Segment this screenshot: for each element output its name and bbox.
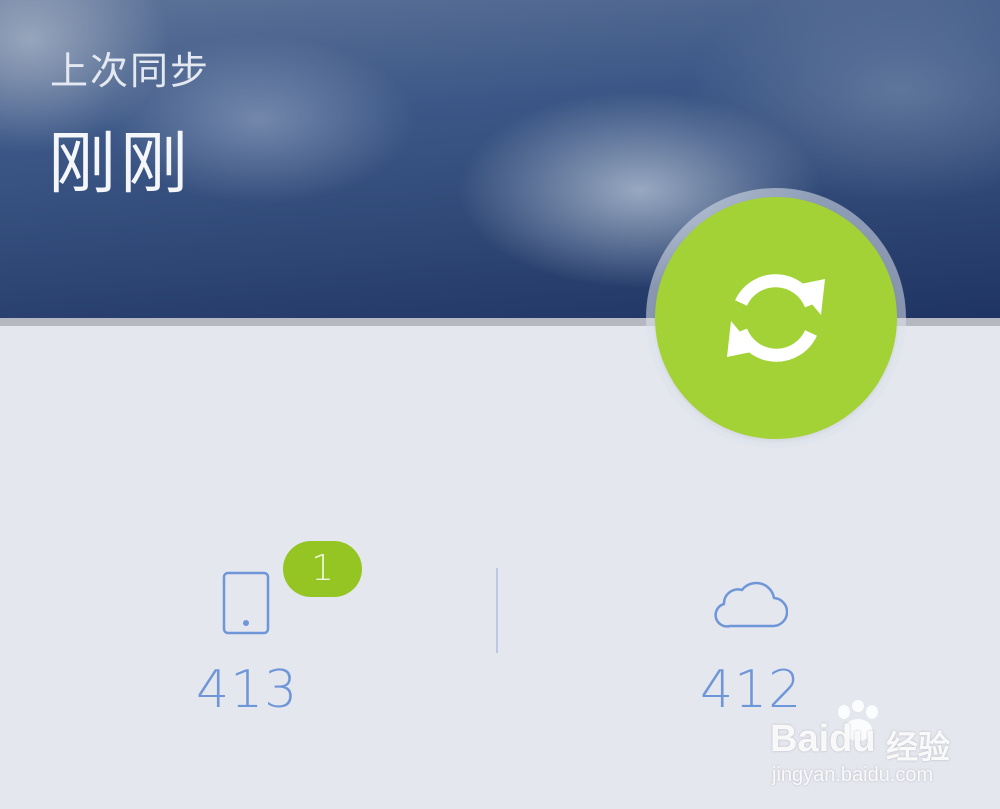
pending-count-badge: 1 [283, 541, 362, 597]
stats-divider [496, 568, 498, 653]
sync-icon [727, 274, 825, 362]
baidu-jingyan-watermark: Baidu 经验 jingyan.baidu.com [770, 700, 990, 800]
watermark-url: jingyan.baidu.com [772, 764, 934, 786]
phone-icon [222, 571, 270, 635]
cloud-icon [714, 581, 788, 628]
last-sync-time: 刚刚 [48, 125, 193, 204]
local-count: 413 [196, 660, 299, 720]
sync-button[interactable] [655, 197, 897, 439]
watermark-product: 经验 [886, 728, 951, 766]
last-sync-label: 上次同步 [50, 49, 211, 93]
watermark-brand: Baidu [770, 718, 876, 760]
